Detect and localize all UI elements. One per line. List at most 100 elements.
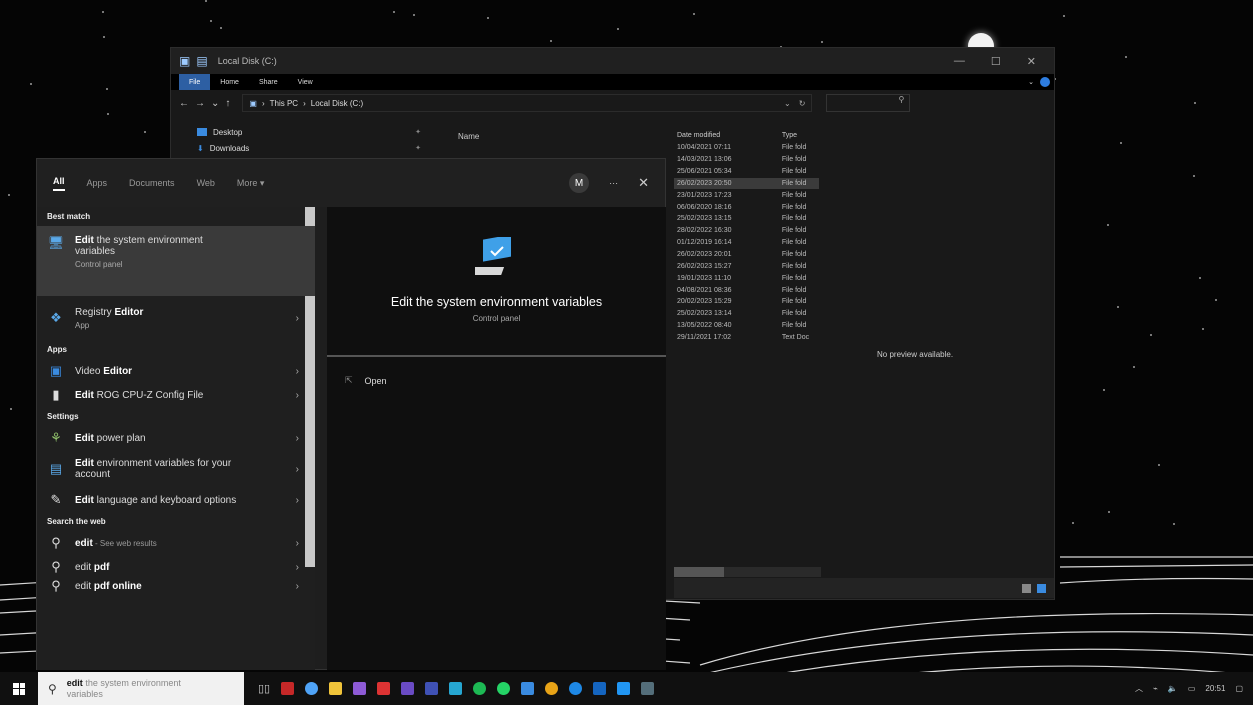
chevron-right-icon[interactable]: › [296, 390, 299, 401]
file-row[interactable]: 25/06/2021 05:34 File fold [674, 166, 819, 178]
tab-apps[interactable]: Apps [87, 178, 108, 188]
vscode-icon[interactable] [617, 682, 631, 695]
ribbon-tab-share[interactable]: Share [249, 74, 288, 90]
column-header-type[interactable]: Type [782, 132, 819, 139]
tab-documents[interactable]: Documents [129, 178, 175, 188]
history-dropdown-icon[interactable]: ⌄ [784, 99, 791, 108]
start-button[interactable] [0, 682, 38, 695]
app-blue-icon[interactable] [593, 682, 607, 695]
notification-icon[interactable]: ▢ [1235, 684, 1243, 693]
chevron-up-icon[interactable]: ︿ [1135, 683, 1143, 694]
file-row[interactable]: 23/01/2023 17:23 File fold [674, 189, 819, 201]
more-options-icon[interactable]: ··· [609, 178, 618, 188]
close-button[interactable]: ✕ [1027, 55, 1036, 68]
volume-icon[interactable]: 🔈 [1168, 684, 1178, 693]
app-violet-icon[interactable] [401, 682, 415, 695]
app-teal-icon[interactable] [569, 682, 583, 695]
file-row[interactable]: 25/02/2023 13:14 File fold [674, 308, 819, 320]
file-row[interactable]: 28/02/2022 16:30 File fold [674, 225, 819, 237]
large-icons-view-icon[interactable] [1037, 583, 1046, 593]
app-red-square-icon[interactable] [377, 682, 391, 695]
column-header-date[interactable]: Date modified [674, 132, 782, 139]
chevron-right-icon[interactable]: › [296, 581, 299, 592]
result-language-keyboard[interactable]: ✎ Edit language and keyboard options › [37, 488, 315, 512]
refresh-icon[interactable]: ↻ [799, 99, 806, 108]
tab-web[interactable]: Web [197, 178, 215, 188]
minimize-button[interactable]: — [954, 55, 965, 68]
app-check-icon[interactable] [521, 682, 535, 695]
app-purple-icon[interactable] [353, 682, 367, 695]
file-row[interactable]: 26/02/2023 15:27 File fold [674, 260, 819, 272]
avatar[interactable]: M [569, 173, 590, 193]
file-row[interactable]: 04/08/2021 08:36 File fold [674, 284, 819, 296]
chevron-right-icon[interactable]: › [296, 366, 299, 377]
task-view-icon[interactable]: ▯▯ [258, 682, 270, 695]
app-cyan-icon[interactable] [449, 682, 463, 695]
app-blue-circle-icon[interactable] [305, 682, 319, 695]
action-open[interactable]: ⇱ Open [327, 357, 666, 386]
file-row[interactable]: 06/06/2020 18:16 File fold [674, 201, 819, 213]
result-web-edit-pdf[interactable]: ⚲ edit pdf › [37, 555, 315, 579]
chevron-right-icon[interactable]: › [296, 433, 299, 444]
chrome-icon[interactable] [545, 682, 559, 695]
result-env-vars-account[interactable]: ▤ Edit environment variables for your ac… [37, 450, 315, 488]
horizontal-scrollbar[interactable] [674, 567, 821, 577]
close-icon[interactable]: ✕ [638, 175, 649, 191]
network-icon[interactable]: ⌁ [1153, 684, 1158, 693]
battery-icon[interactable]: ▭ [1188, 684, 1196, 693]
nav-arrows-icon[interactable]: ←→⌄↑ [179, 98, 236, 109]
app-red-icon[interactable] [281, 682, 295, 695]
result-video-editor[interactable]: ▣ Video Editor › [37, 359, 315, 383]
ribbon-tab-file[interactable]: File [179, 74, 211, 90]
result-web-edit[interactable]: ⚲ edit - See web results › [37, 531, 315, 555]
file-explorer-icon[interactable] [329, 682, 343, 695]
result-power-plan[interactable]: ⚘ Edit power plan › [37, 426, 315, 450]
quick-access-icon[interactable]: ▤ [196, 54, 207, 68]
file-row[interactable]: 25/02/2023 13:15 File fold [674, 213, 819, 225]
file-row[interactable]: 26/02/2023 20:01 File fold [674, 249, 819, 261]
chevron-down-icon[interactable]: ⌄ [1028, 78, 1034, 86]
column-header-name[interactable]: Name [458, 132, 479, 141]
address-bar-row: ←→⌄↑ ▣ › This PC › Local Disk (C:) ⌄ ↻ ⚲ [171, 90, 1054, 116]
address-bar[interactable]: ▣ › This PC › Local Disk (C:) ⌄ ↻ [242, 94, 813, 112]
file-row[interactable]: 19/01/2023 11:10 File fold [674, 272, 819, 284]
chevron-right-icon[interactable]: › [296, 313, 299, 324]
result-rog-config[interactable]: ▮ Edit ROG CPU-Z Config File › [37, 383, 315, 407]
chevron-right-icon[interactable]: › [296, 495, 299, 506]
result-best-match[interactable]: 🖥 Edit the system environment variables … [37, 226, 315, 296]
nav-item-downloads[interactable]: ⬇ Downloads ✦ [171, 140, 441, 156]
file-row[interactable]: 01/12/2019 16:14 File fold [674, 237, 819, 249]
pin-icon: ✦ [415, 129, 421, 136]
search-icon: ⚲ [48, 681, 57, 696]
explorer-search-input[interactable]: ⚲ [826, 94, 911, 112]
file-row[interactable]: 20/02/2023 15:29 File fold [674, 296, 819, 308]
file-row[interactable]: 14/03/2021 13:06 File fold [674, 154, 819, 166]
app-indigo-icon[interactable] [425, 682, 439, 695]
app-gear-icon[interactable] [641, 682, 655, 695]
chevron-right-icon[interactable]: › [296, 562, 299, 573]
details-view-icon[interactable] [1022, 583, 1031, 593]
file-row[interactable]: 10/04/2021 07:11 File fold [674, 142, 819, 154]
file-row[interactable]: 13/05/2022 08:40 File fold [674, 320, 819, 332]
system-env-icon [474, 237, 511, 275]
breadcrumb-this-pc[interactable]: This PC [270, 99, 298, 108]
result-web-edit-pdf-online[interactable]: ⚲ edit pdf online › [37, 579, 315, 593]
ribbon-tab-home[interactable]: Home [210, 74, 249, 90]
whatsapp-icon[interactable] [497, 682, 511, 695]
nav-item-desktop[interactable]: Desktop ✦ [171, 124, 441, 140]
help-icon[interactable] [1040, 77, 1050, 87]
tab-all[interactable]: All [53, 176, 65, 191]
file-row[interactable]: 29/11/2021 17:02 Text Doc [674, 332, 819, 344]
row-type: File fold [781, 156, 807, 164]
result-registry-editor[interactable]: ❖ Registry Editor App › [37, 296, 315, 340]
spotify-icon[interactable] [473, 682, 487, 695]
clock[interactable]: 20:51 [1205, 684, 1225, 693]
chevron-right-icon[interactable]: › [296, 464, 299, 475]
ribbon-tab-view[interactable]: View [288, 74, 323, 90]
tab-more[interactable]: More ▾ [237, 178, 265, 189]
taskbar-search-box[interactable]: ⚲ edit the system environment variables [38, 672, 244, 705]
file-row[interactable]: 26/02/2023 20:50 File fold [674, 177, 819, 190]
chevron-right-icon[interactable]: › [296, 538, 299, 549]
maximize-button[interactable]: ☐ [991, 55, 1001, 68]
breadcrumb-local-disk[interactable]: Local Disk (C:) [311, 99, 363, 108]
